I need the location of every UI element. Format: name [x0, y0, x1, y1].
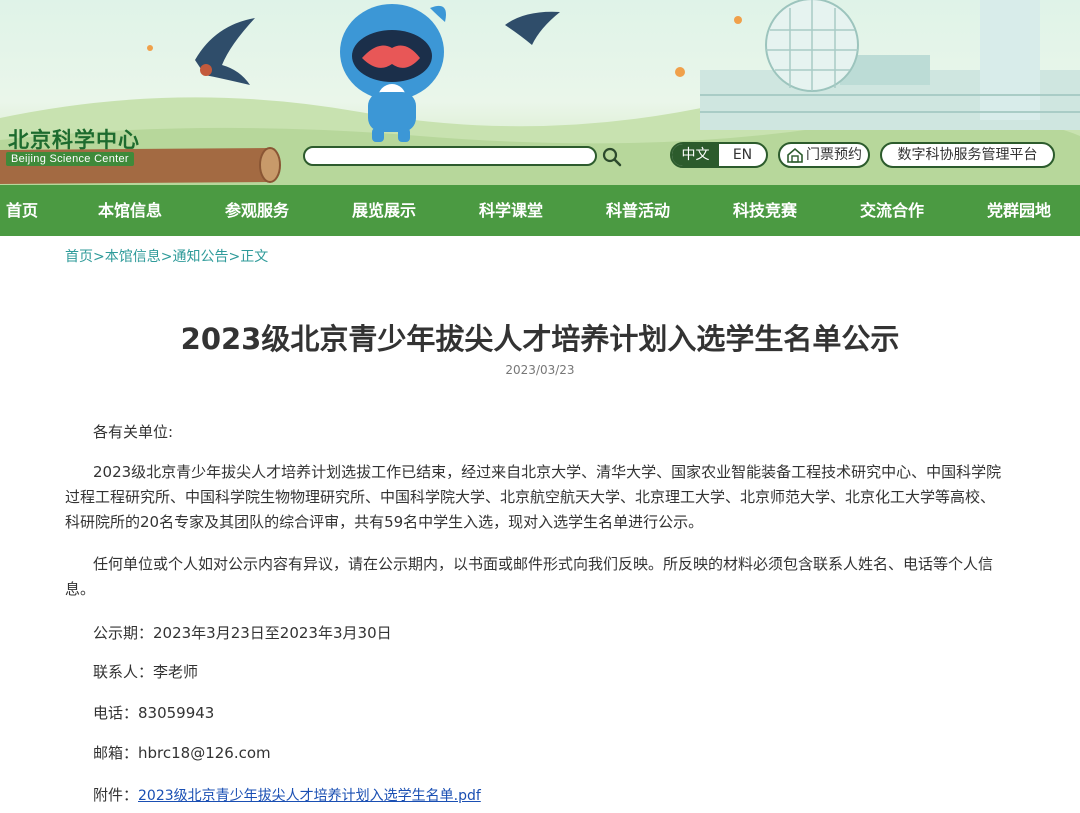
article-paragraph-1: 2023级北京青少年拔尖人才培养计划选拔工作已结束，经过来自北京大学、清华大学、…: [65, 463, 1002, 531]
breadcrumb-about[interactable]: 本馆信息: [105, 249, 161, 265]
lang-english-button[interactable]: EN: [719, 144, 766, 166]
search-icon[interactable]: [602, 147, 622, 167]
article-title: 2023级北京青少年拔尖人才培养计划入选学生名单公示: [180, 322, 900, 356]
nav-item-exhibitions[interactable]: 展览展示: [352, 185, 416, 236]
article-period: 公示期：2023年3月23日至2023年3月30日: [93, 624, 392, 642]
article-contact: 联系人：李老师: [93, 663, 199, 681]
nav-item-home[interactable]: 首页: [6, 185, 38, 236]
breadcrumb-current[interactable]: 正文: [240, 249, 268, 265]
ticket-booking-label: 门票预约: [806, 147, 862, 163]
article-paragraph-2: 任何单位或个人如对公示内容有异议，请在公示期内，以书面或邮件形式向我们反映。所反…: [65, 555, 994, 598]
attachment-link[interactable]: 2023级北京青少年拔尖人才培养计划入选学生名单.pdf: [138, 788, 481, 804]
nav-item-exchange[interactable]: 交流合作: [860, 185, 924, 236]
breadcrumb: 首页>本馆信息>通知公告>正文: [65, 246, 268, 266]
search-input[interactable]: [315, 150, 589, 168]
main-nav: 首页 本馆信息 参观服务 展览展示 科学课堂 科普活动 科技竞赛 交流合作 党群…: [0, 185, 1080, 236]
site-header: 北京科学中心 Beijing Science Center 中文 EN 门票预约…: [0, 0, 1080, 185]
nav-item-classroom[interactable]: 科学课堂: [479, 185, 543, 236]
lang-chinese-button[interactable]: 中文: [672, 144, 719, 166]
nav-item-about[interactable]: 本馆信息: [98, 185, 162, 236]
breadcrumb-separator: >: [160, 249, 173, 265]
language-switcher: 中文 EN: [670, 142, 768, 168]
nav-item-competitions[interactable]: 科技竞赛: [733, 185, 797, 236]
breadcrumb-separator: >: [93, 249, 105, 265]
article-date: 2023/03/23: [505, 363, 575, 377]
breadcrumb-home[interactable]: 首页: [65, 249, 93, 265]
search-box: [303, 146, 597, 168]
breadcrumb-notices[interactable]: 通知公告: [172, 249, 228, 265]
article-email: 邮箱：hbrc18@126.com: [93, 744, 271, 762]
digital-platform-button[interactable]: 数字科协服务管理平台: [880, 142, 1055, 168]
nav-item-activities[interactable]: 科普活动: [606, 185, 670, 236]
article-phone: 电话：83059943: [93, 704, 215, 722]
breadcrumb-separator: >: [228, 249, 241, 265]
article-attachment: 附件：2023级北京青少年拔尖人才培养计划入选学生名单.pdf: [93, 784, 481, 805]
home-ticket-icon: [787, 147, 803, 163]
site-logo-english: Beijing Science Center: [6, 152, 134, 166]
article-greeting: 各有关单位:: [93, 423, 174, 441]
nav-item-party[interactable]: 党群园地: [987, 185, 1051, 236]
attachment-label: 附件：: [93, 786, 139, 804]
site-logo-text[interactable]: 北京科学中心: [8, 124, 140, 154]
nav-item-visit[interactable]: 参观服务: [225, 185, 289, 236]
ticket-booking-button[interactable]: 门票预约: [778, 142, 870, 168]
